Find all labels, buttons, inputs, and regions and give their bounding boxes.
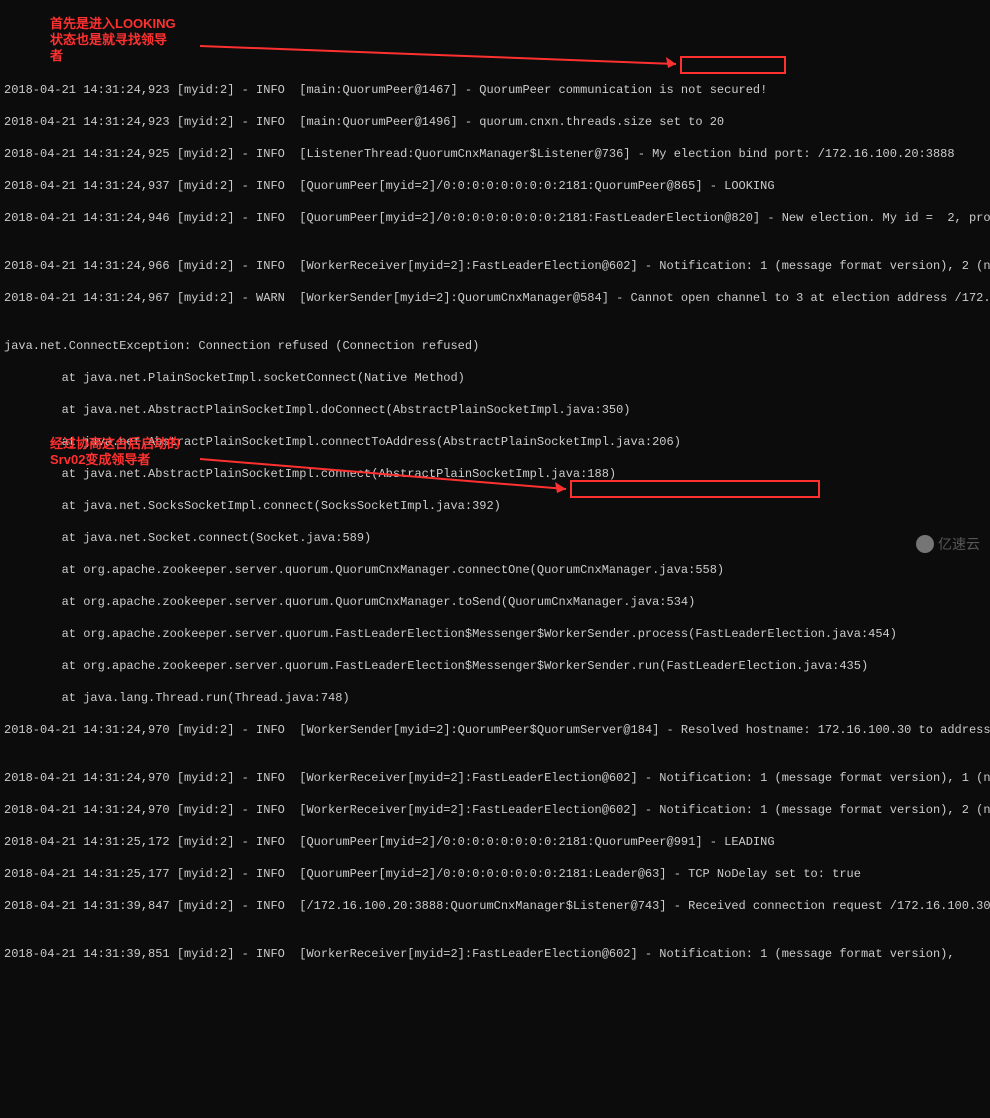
log-line: 2018-04-21 14:31:24,970 [myid:2] - INFO … xyxy=(4,770,986,786)
watermark: 亿速云 xyxy=(916,535,980,553)
annotation-leading: 经过协商这台后启动的 Srv02变成领导者 xyxy=(50,436,210,468)
annotation-text: Srv02变成领导者 xyxy=(50,452,150,467)
logo-icon xyxy=(916,535,934,553)
log-line: 2018-04-21 14:31:24,970 [myid:2] - INFO … xyxy=(4,722,986,738)
annotation-text: 者 xyxy=(50,48,63,63)
annotation-looking: 首先是进入LOOKING 状态也是就寻找领导 者 xyxy=(50,16,210,64)
log-line: java.net.ConnectException: Connection re… xyxy=(4,338,986,354)
log-line: 2018-04-21 14:31:24,946 [myid:2] - INFO … xyxy=(4,210,986,226)
annotation-text: 经过协商这台后启动的 xyxy=(50,436,180,451)
log-line: 2018-04-21 14:31:39,851 [myid:2] - INFO … xyxy=(4,946,986,962)
watermark-text: 亿速云 xyxy=(938,536,980,552)
log-line: 2018-04-21 14:31:24,966 [myid:2] - INFO … xyxy=(4,258,986,274)
log-line: 2018-04-21 14:31:24,925 [myid:2] - INFO … xyxy=(4,146,986,162)
log-line: 2018-04-21 14:31:24,923 [myid:2] - INFO … xyxy=(4,114,986,130)
log-line: 2018-04-21 14:31:24,923 [myid:2] - INFO … xyxy=(4,82,986,98)
log-line: at org.apache.zookeeper.server.quorum.Qu… xyxy=(4,562,986,578)
log-line: at org.apache.zookeeper.server.quorum.Fa… xyxy=(4,658,986,674)
annotation-text: 首先是进入LOOKING xyxy=(50,16,176,31)
annotation-text: 状态也是就寻找领导 xyxy=(50,32,167,47)
log-line: at java.net.SocksSocketImpl.connect(Sock… xyxy=(4,498,986,514)
log-line: 2018-04-21 14:31:24,967 [myid:2] - WARN … xyxy=(4,290,986,306)
log-line: at java.net.Socket.connect(Socket.java:5… xyxy=(4,530,986,546)
log-line: at org.apache.zookeeper.server.quorum.Qu… xyxy=(4,594,986,610)
log-line: at java.net.AbstractPlainSocketImpl.doCo… xyxy=(4,402,986,418)
terminal-log: 2018-04-21 14:31:24,923 [myid:2] - INFO … xyxy=(0,64,990,980)
log-line: at org.apache.zookeeper.server.quorum.Fa… xyxy=(4,626,986,642)
log-line: 2018-04-21 14:31:24,970 [myid:2] - INFO … xyxy=(4,802,986,818)
log-line: 2018-04-21 14:31:24,937 [myid:2] - INFO … xyxy=(4,178,986,194)
log-line: at java.net.AbstractPlainSocketImpl.conn… xyxy=(4,466,986,482)
log-line: 2018-04-21 14:31:39,847 [myid:2] - INFO … xyxy=(4,898,986,914)
log-line: 2018-04-21 14:31:25,177 [myid:2] - INFO … xyxy=(4,866,986,882)
log-line: at java.net.PlainSocketImpl.socketConnec… xyxy=(4,370,986,386)
log-line: at java.lang.Thread.run(Thread.java:748) xyxy=(4,690,986,706)
log-line: 2018-04-21 14:31:25,172 [myid:2] - INFO … xyxy=(4,834,986,850)
